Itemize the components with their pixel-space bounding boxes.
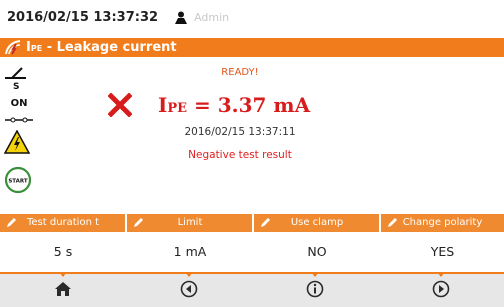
switch-s-icon: S (4, 64, 28, 94)
info-button[interactable] (252, 272, 378, 307)
pencil-icon (133, 217, 143, 228)
on-label: ON (10, 98, 28, 109)
param-value: NO (254, 232, 380, 272)
svg-text:START: START (8, 179, 28, 185)
param-label: Use clamp (290, 217, 344, 228)
pencil-icon (6, 217, 16, 228)
param-value: YES (381, 232, 504, 272)
status-user: Admin (194, 10, 230, 24)
measurement-state: READY! (221, 67, 259, 78)
param-limit[interactable]: Limit 1 mA (127, 214, 253, 272)
status-datetime: 2016/02/15 13:37:32 (7, 9, 159, 25)
parameter-panel: Test duration t 5 s Limit 1 mA Use clamp… (0, 214, 504, 272)
home-button[interactable] (0, 272, 126, 307)
measurement-value: IPE = 3.37 mA (158, 93, 311, 117)
start-icon[interactable]: START (4, 166, 32, 198)
title-bar: IPE - Leakage current (0, 38, 504, 57)
high-voltage-warning-icon (3, 129, 31, 158)
home-icon (54, 280, 72, 302)
param-value: 5 s (0, 232, 126, 272)
param-use-clamp[interactable]: Use clamp NO (254, 214, 380, 272)
param-label: Change polarity (402, 217, 483, 228)
measurement-result: Negative test result (188, 149, 292, 161)
param-value: 1 mA (127, 232, 253, 272)
forward-icon (432, 280, 450, 302)
pencil-icon (387, 217, 397, 228)
user-icon (174, 10, 188, 24)
svg-text:S: S (13, 82, 19, 90)
on-switch-icon: ON (4, 98, 34, 128)
param-change-polarity[interactable]: Change polarity YES (381, 214, 504, 272)
fail-x-icon (107, 92, 133, 118)
forward-button[interactable] (378, 272, 504, 307)
param-test-duration[interactable]: Test duration t 5 s (0, 214, 126, 272)
param-label: Test duration t (26, 217, 100, 228)
measurement-timestamp: 2016/02/15 13:37:11 (184, 126, 296, 138)
leakage-current-icon (4, 39, 22, 56)
param-label: Limit (177, 217, 203, 228)
status-bar: 2016/02/15 13:37:32 Admin (0, 0, 504, 34)
info-icon (306, 280, 324, 302)
back-button[interactable] (126, 272, 252, 307)
back-icon (180, 280, 198, 302)
page-title: IPE - Leakage current (26, 40, 177, 55)
pencil-icon (260, 217, 270, 228)
bottom-nav (0, 272, 504, 307)
